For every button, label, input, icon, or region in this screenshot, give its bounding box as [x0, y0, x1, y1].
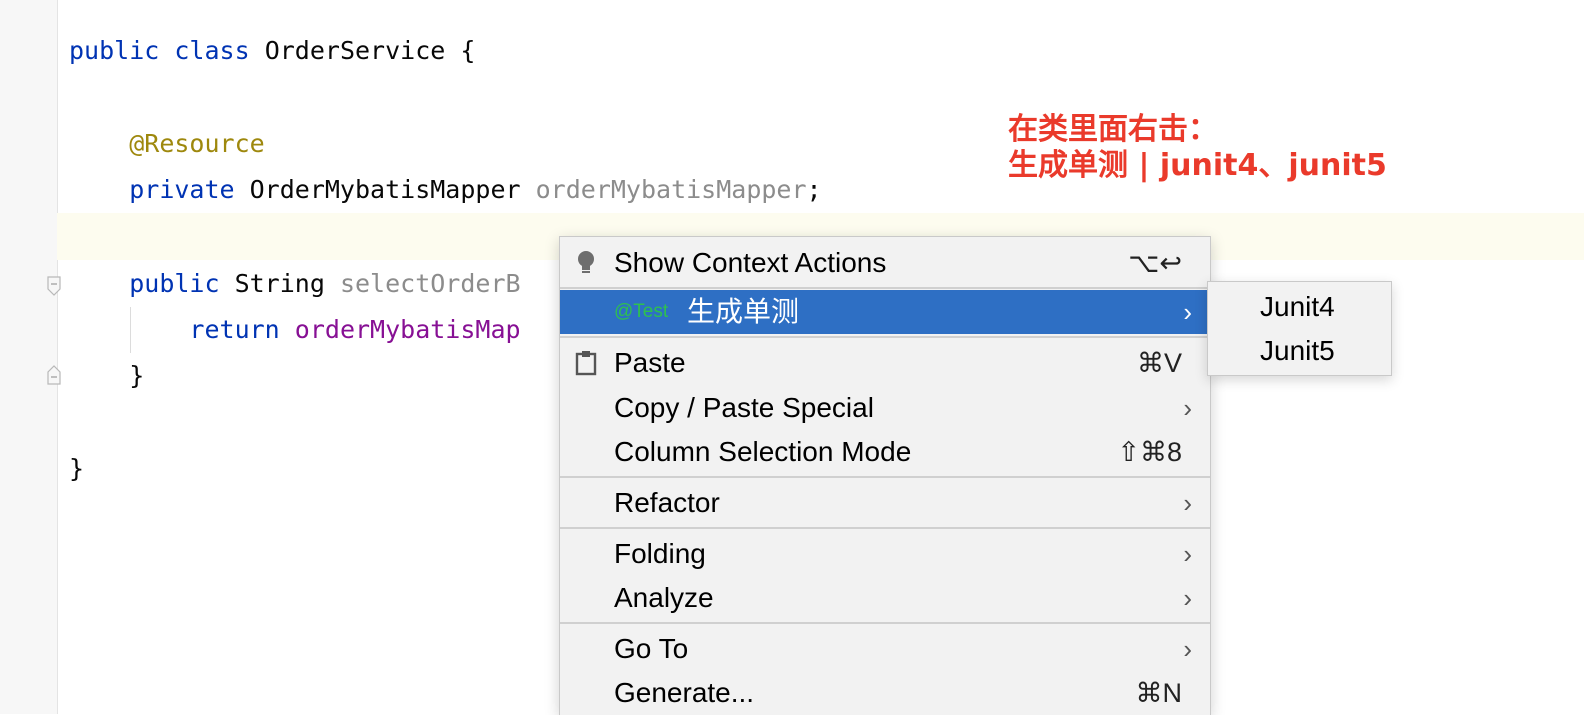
menu-separator	[560, 287, 1210, 289]
annotation-line-2: 生成单测 | junit4、junit5	[1008, 148, 1387, 183]
menu-separator	[560, 476, 1210, 478]
generate-test-submenu: Junit4 Junit5	[1207, 281, 1392, 376]
code-line-return[interactable]: return orderMybatisMap	[69, 307, 521, 353]
code-token: orderMybatisMapper	[535, 175, 807, 204]
code-line-class-decl[interactable]: public class OrderService {	[69, 28, 475, 74]
menu-item-label: Go To	[614, 633, 689, 664]
menu-item-label: Copy / Paste Special	[614, 392, 874, 423]
code-line-method-close[interactable]: }	[69, 353, 144, 399]
menu-separator	[560, 527, 1210, 529]
chevron-right-icon: ›	[1183, 539, 1192, 569]
menu-separator	[560, 336, 1210, 338]
menu-item-label: Paste	[614, 347, 686, 378]
menu-item-go-to[interactable]: Go To ›	[560, 627, 1210, 671]
submenu-item-junit4[interactable]: Junit4	[1208, 285, 1391, 329]
menu-item-copy-paste-special[interactable]: Copy / Paste Special ›	[560, 386, 1210, 430]
menu-item-show-context-actions[interactable]: Show Context Actions ⌥↩	[560, 241, 1210, 285]
code-token: public	[129, 269, 220, 298]
editor-gutter[interactable]	[0, 0, 58, 714]
menu-item-label: Column Selection Mode	[614, 436, 912, 467]
chevron-right-icon: ›	[1183, 634, 1192, 664]
menu-item-label: Show Context Actions	[614, 247, 887, 278]
menu-item-label: 生成单测	[687, 296, 800, 327]
code-token: }	[69, 454, 85, 483]
red-annotation-note: 在类里面右击： 生成单测 | junit4、junit5	[1008, 112, 1387, 184]
fold-close-icon[interactable]	[46, 365, 62, 385]
menu-item-generate-test[interactable]: @Test 生成单测 ›	[560, 290, 1210, 334]
chevron-right-icon: ›	[1183, 488, 1192, 518]
submenu-item-junit5[interactable]: Junit5	[1208, 329, 1391, 373]
code-token: ;	[806, 175, 822, 204]
chevron-right-icon: ›	[1183, 393, 1192, 423]
menu-item-label: Analyze	[614, 582, 714, 613]
shortcut-label: ⌘V	[1136, 348, 1182, 378]
code-token: selectOrderB	[339, 269, 521, 298]
shortcut-label: ⌥↩	[1128, 248, 1182, 278]
submenu-item-label: Junit5	[1260, 335, 1335, 366]
menu-item-folding[interactable]: Folding ›	[560, 532, 1210, 576]
code-token: return	[189, 315, 280, 344]
shortcut-label: ⌘N	[1135, 678, 1183, 708]
menu-item-label: Generate...	[614, 677, 755, 708]
code-token: }	[69, 361, 145, 390]
code-token: String	[219, 269, 340, 298]
code-token: class	[174, 36, 250, 65]
chevron-right-icon: ›	[1183, 297, 1192, 327]
code-token: OrderMybatisMapper	[234, 175, 536, 204]
menu-item-column-selection-mode[interactable]: Column Selection Mode ⇧⌘8	[560, 430, 1210, 474]
code-token: OrderService {	[249, 36, 476, 65]
code-token: private	[129, 175, 235, 204]
menu-item-analyze[interactable]: Analyze ›	[560, 576, 1210, 620]
menu-item-refactor[interactable]: Refactor ›	[560, 481, 1210, 525]
code-token: @Resource	[129, 129, 265, 158]
context-menu: Show Context Actions ⌥↩ @Test 生成单测 › Pas…	[559, 236, 1211, 715]
menu-item-generate[interactable]: Generate... ⌘N	[560, 671, 1210, 715]
annotation-line-1: 在类里面右击：	[1008, 112, 1218, 147]
code-token: public	[69, 36, 160, 65]
code-line-class-close[interactable]: }	[69, 446, 84, 492]
menu-item-label: Refactor	[614, 487, 720, 518]
code-token: orderMybatisMap	[294, 315, 521, 344]
fold-open-icon[interactable]	[46, 276, 62, 296]
code-line-annotation[interactable]: @Resource	[69, 121, 265, 167]
chevron-right-icon: ›	[1183, 583, 1192, 613]
code-line-field[interactable]: private OrderMybatisMapper orderMybatisM…	[69, 167, 822, 213]
menu-item-label: Folding	[614, 538, 706, 569]
clipboard-icon	[575, 351, 597, 376]
code-line-method[interactable]: public String selectOrderB	[69, 261, 521, 307]
lightbulb-icon	[578, 251, 594, 273]
submenu-item-label: Junit4	[1260, 291, 1335, 322]
test-tag-label: @Test	[614, 301, 669, 322]
menu-item-paste[interactable]: Paste ⌘V	[560, 341, 1210, 385]
shortcut-label: ⇧⌘8	[1117, 437, 1182, 467]
menu-separator	[560, 622, 1210, 624]
